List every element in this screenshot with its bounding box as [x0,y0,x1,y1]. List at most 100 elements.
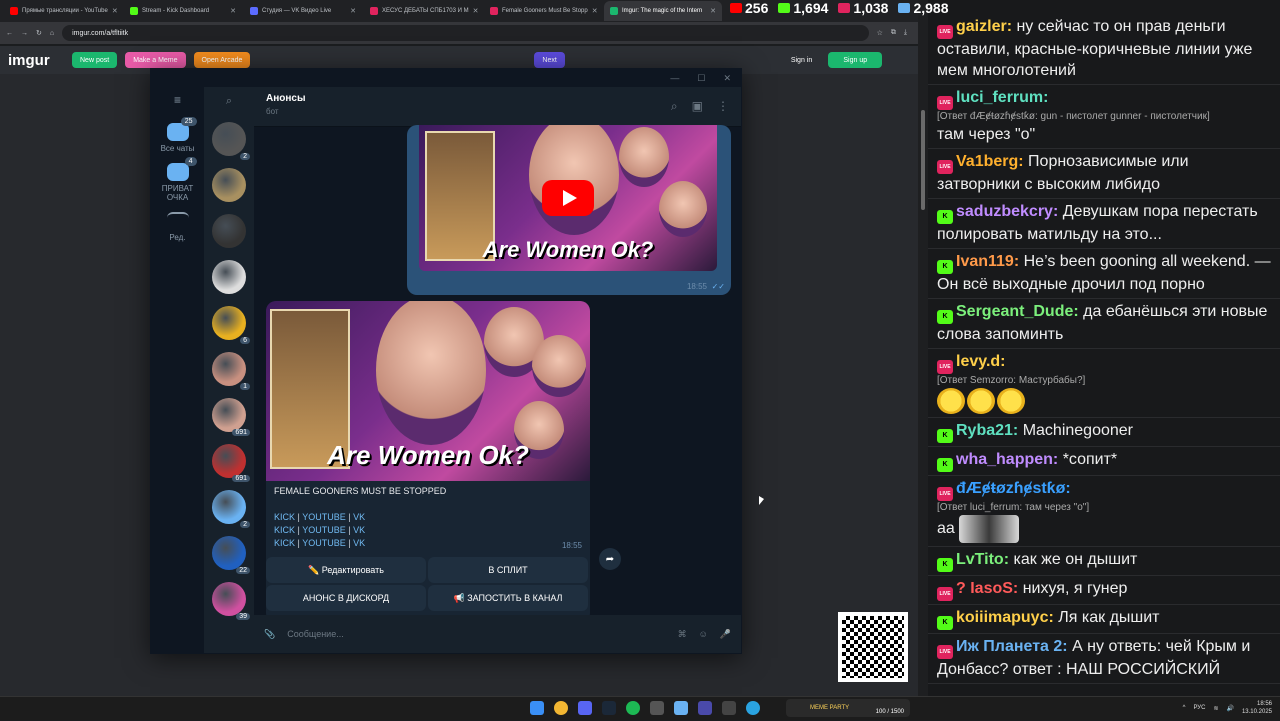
hamburger-menu-icon[interactable]: ≡ [151,87,204,113]
link-youtube[interactable]: YOUTUBE [302,512,346,522]
chat-username[interactable]: LvTito: [956,551,1009,568]
home-icon[interactable]: ⌂ [50,30,54,37]
chat-username[interactable]: koiiimapuyc: [956,609,1054,626]
chat-username[interactable]: saduzbekcry: [956,203,1058,220]
browser-tab[interactable]: ХЕСУС ДЕБАТЫ СПБ1703 И М ✕ [364,1,482,21]
chat-username[interactable]: wha_happen: [956,451,1058,468]
chat-username[interactable]: levy.d: [956,353,1006,370]
close-tab-icon[interactable]: ✕ [592,7,598,15]
chat-avatar[interactable] [212,260,246,294]
chat-avatar[interactable]: 39 [212,582,250,620]
message-image[interactable]: Are Women Ok? [266,301,590,481]
browser-tab[interactable]: Прямые трансляции - YouTube ✕ [4,1,122,21]
inline-button[interactable]: АНОНС В ДИСКОРД [266,585,426,611]
link-kick[interactable]: KICK [274,512,295,522]
maximize-icon[interactable]: ☐ [697,73,705,84]
bookmark-star-icon[interactable]: ☆ [877,29,883,37]
next-button[interactable]: Next [534,52,565,68]
link-vk[interactable]: VK [353,538,365,548]
minimize-icon[interactable]: — [670,73,679,83]
search-icon[interactable]: ⌕ [671,99,678,114]
chat-avatar[interactable]: 2 [212,490,250,528]
link-youtube[interactable]: YOUTUBE [302,525,346,535]
chat-username[interactable]: đÆɇŧøzɦɇstƙø: [956,480,1071,497]
browser-tab[interactable]: Stream - Kick Dashboard ✕ [124,1,242,21]
folder-item[interactable]: 25 Все чаты [151,117,204,153]
chat-username[interactable]: Ryba21: [956,422,1018,439]
chat-username[interactable]: Ivan119: [956,253,1019,270]
video-thumbnail[interactable]: Are Women Ok? [419,125,717,271]
open-arcade-button[interactable]: Open Arcade [193,52,251,68]
inline-button[interactable]: ✏️ Редактировать [266,557,426,583]
wifi-icon[interactable]: ≋ [1213,705,1218,712]
chat-avatar[interactable]: 691 [212,444,250,482]
link-youtube[interactable]: YOUTUBE [302,538,346,548]
microphone-icon[interactable]: 🎤 [720,629,731,640]
back-icon[interactable]: ← [6,30,13,37]
chat-avatar[interactable]: 1 [212,352,250,390]
chat-title[interactable]: Анонсы [266,93,729,104]
chat-avatar[interactable]: 6 [212,306,250,344]
tray-expand-icon[interactable]: ^ [1183,705,1186,711]
obs-icon[interactable] [650,701,664,715]
chat-avatar[interactable] [212,168,246,202]
more-options-icon[interactable]: ⋮ [717,99,729,114]
attach-icon[interactable]: 📎 [264,629,275,640]
link-vk[interactable]: VK [353,525,365,535]
start-icon[interactable] [530,701,544,715]
close-tab-icon[interactable]: ✕ [473,7,479,15]
chat-username[interactable]: luci_ferrum: [956,89,1048,106]
volume-icon[interactable]: 🔊 [1226,705,1233,712]
browser-tab[interactable]: Студия — VK Видео Live ✕ [244,1,362,21]
incoming-message[interactable]: Are Women Ok? FEMALE GOONERS MUST BE STO… [266,301,590,623]
browser-tab[interactable]: Imgur: The magic of the Intern ✕ [604,1,722,21]
chat-username[interactable]: Va1berg: [956,153,1024,170]
make-meme-button[interactable]: Make a Meme [125,52,186,68]
close-tab-icon[interactable]: ✕ [112,7,118,15]
app-icon[interactable] [722,701,736,715]
app-icon[interactable] [674,701,688,715]
language-indicator[interactable]: РУС [1193,705,1205,711]
commands-icon[interactable]: ⌘ [678,629,687,640]
close-tab-icon[interactable]: ✕ [710,7,716,15]
app-icon[interactable] [698,701,712,715]
telegram-icon[interactable] [746,701,760,715]
chat-avatar[interactable]: 2 [212,122,250,160]
chat-avatar[interactable]: 22 [212,536,250,574]
browser-tab[interactable]: Female Gooners Must Be Stopp ✕ [484,1,602,21]
close-icon[interactable]: ✕ [723,73,731,84]
download-icon[interactable]: ⤓ [904,29,907,37]
extensions-icon[interactable]: ⧉ [891,29,896,37]
emoji-icon[interactable]: ☺ [699,629,708,639]
chat-avatar[interactable]: 691 [212,398,250,436]
steam-icon[interactable] [602,701,616,715]
sign-up-button[interactable]: Sign up [828,52,883,68]
close-tab-icon[interactable]: ✕ [230,7,236,15]
inline-button[interactable]: 📢 ЗАПОСТИТЬ В КАНАЛ [428,585,588,611]
url-field[interactable]: imgur.com/a/tfltiitk [62,25,869,41]
forward-icon[interactable]: → [21,30,28,37]
reload-icon[interactable]: ↻ [36,29,42,37]
spotify-icon[interactable] [626,701,640,715]
message-input[interactable]: Сообщение... [287,629,665,639]
link-vk[interactable]: VK [353,512,365,522]
chat-username[interactable]: ? IasoS: [956,580,1018,597]
inline-button[interactable]: В СПЛИТ [428,557,588,583]
sign-in-link[interactable]: Sign in [783,52,820,68]
page-scrollbar[interactable] [918,0,928,696]
new-post-button[interactable]: New post [72,52,118,68]
folder-item[interactable]: Ред. [151,212,204,242]
close-tab-icon[interactable]: ✕ [350,7,356,15]
search-icon[interactable]: ⌕ [226,95,232,113]
youtube-play-icon[interactable] [542,180,594,216]
chrome-icon[interactable] [554,701,568,715]
chat-username[interactable]: Иж Планета 2: [956,638,1068,655]
forward-icon[interactable]: ➦ [599,548,621,570]
discord-icon[interactable] [578,701,592,715]
imgur-logo[interactable]: imgur [8,52,64,69]
clock[interactable]: 18:56 13.10.2025 [1242,700,1272,716]
link-kick[interactable]: KICK [274,525,295,535]
chat-username[interactable]: gaizler: [956,18,1012,35]
outgoing-message[interactable]: Are Women Ok? 18:55 ✓✓ [407,125,731,295]
chat-username[interactable]: Sergeant_Dude: [956,303,1079,320]
